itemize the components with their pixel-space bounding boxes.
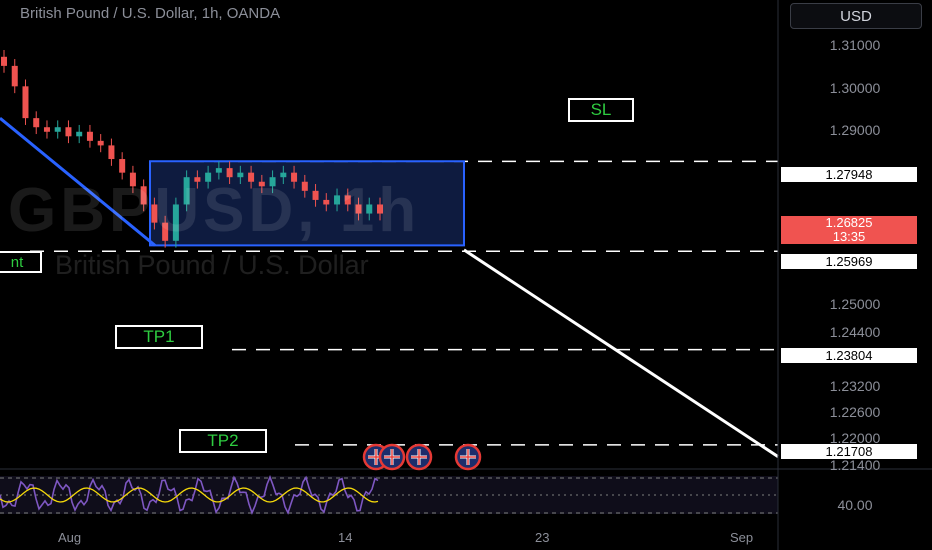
bar-countdown: 13:35	[832, 229, 866, 244]
candle-body	[11, 65, 18, 87]
sl-label: SL	[568, 98, 634, 122]
tp2-label: TP2	[179, 429, 267, 453]
time-label-23: 23	[535, 530, 550, 545]
time-label-sep: Sep	[730, 530, 754, 545]
axis-label-2: 1.30000	[829, 80, 881, 96]
candle-body	[1, 56, 7, 66]
price-tag-channel-bottom: 1.25969	[781, 254, 917, 269]
entry-label: nt	[0, 251, 42, 273]
axis-label-9: 1.21400	[829, 457, 881, 473]
candle-body	[97, 140, 104, 146]
time-label-aug: Aug	[58, 530, 82, 545]
tp1-label: TP1	[115, 325, 203, 349]
projection-line	[463, 248, 779, 458]
time-label-14: 14	[338, 530, 353, 545]
candle-body	[22, 86, 29, 119]
axis-label-1: 1.31000	[829, 37, 881, 53]
uk-flag-icon[interactable]	[454, 443, 482, 471]
chart-title: British Pound / U.S. Dollar, 1h, OANDA	[20, 5, 281, 22]
price-tag-tp2: 1.21708	[781, 444, 917, 459]
axis-label-6: 1.23200	[829, 378, 881, 394]
uk-flag-icon[interactable]	[405, 443, 433, 471]
current-price: 1.26825	[825, 215, 873, 230]
candle-body	[43, 127, 50, 132]
price-tag-channel-top: 1.27948	[781, 167, 917, 182]
candle-body	[86, 131, 93, 141]
oscillator-axis-label: 40.00	[837, 497, 873, 513]
uk-flag-icon[interactable]	[378, 443, 406, 471]
axis-label-5: 1.24400	[829, 324, 881, 340]
current-price-tag: 1.26825 13:35	[781, 216, 917, 244]
candle-body	[65, 127, 72, 137]
candle-body	[108, 145, 115, 160]
candle-body	[76, 131, 83, 137]
currency-button[interactable]: USD	[790, 3, 922, 29]
axis-label-7: 1.22600	[829, 404, 881, 420]
axis-label-3: 1.29000	[829, 122, 881, 138]
candle-body	[119, 159, 126, 173]
candle-body	[54, 127, 61, 132]
candle-body	[33, 118, 40, 128]
name-watermark: British Pound / U.S. Dollar	[55, 250, 369, 280]
news-flags[interactable]	[362, 443, 482, 471]
candle-body	[215, 168, 222, 173]
symbol-watermark: GBPUSD, 1h	[8, 176, 421, 245]
price-tag-tp1: 1.23804	[781, 348, 917, 363]
axis-label-4: 1.25000	[829, 296, 881, 312]
